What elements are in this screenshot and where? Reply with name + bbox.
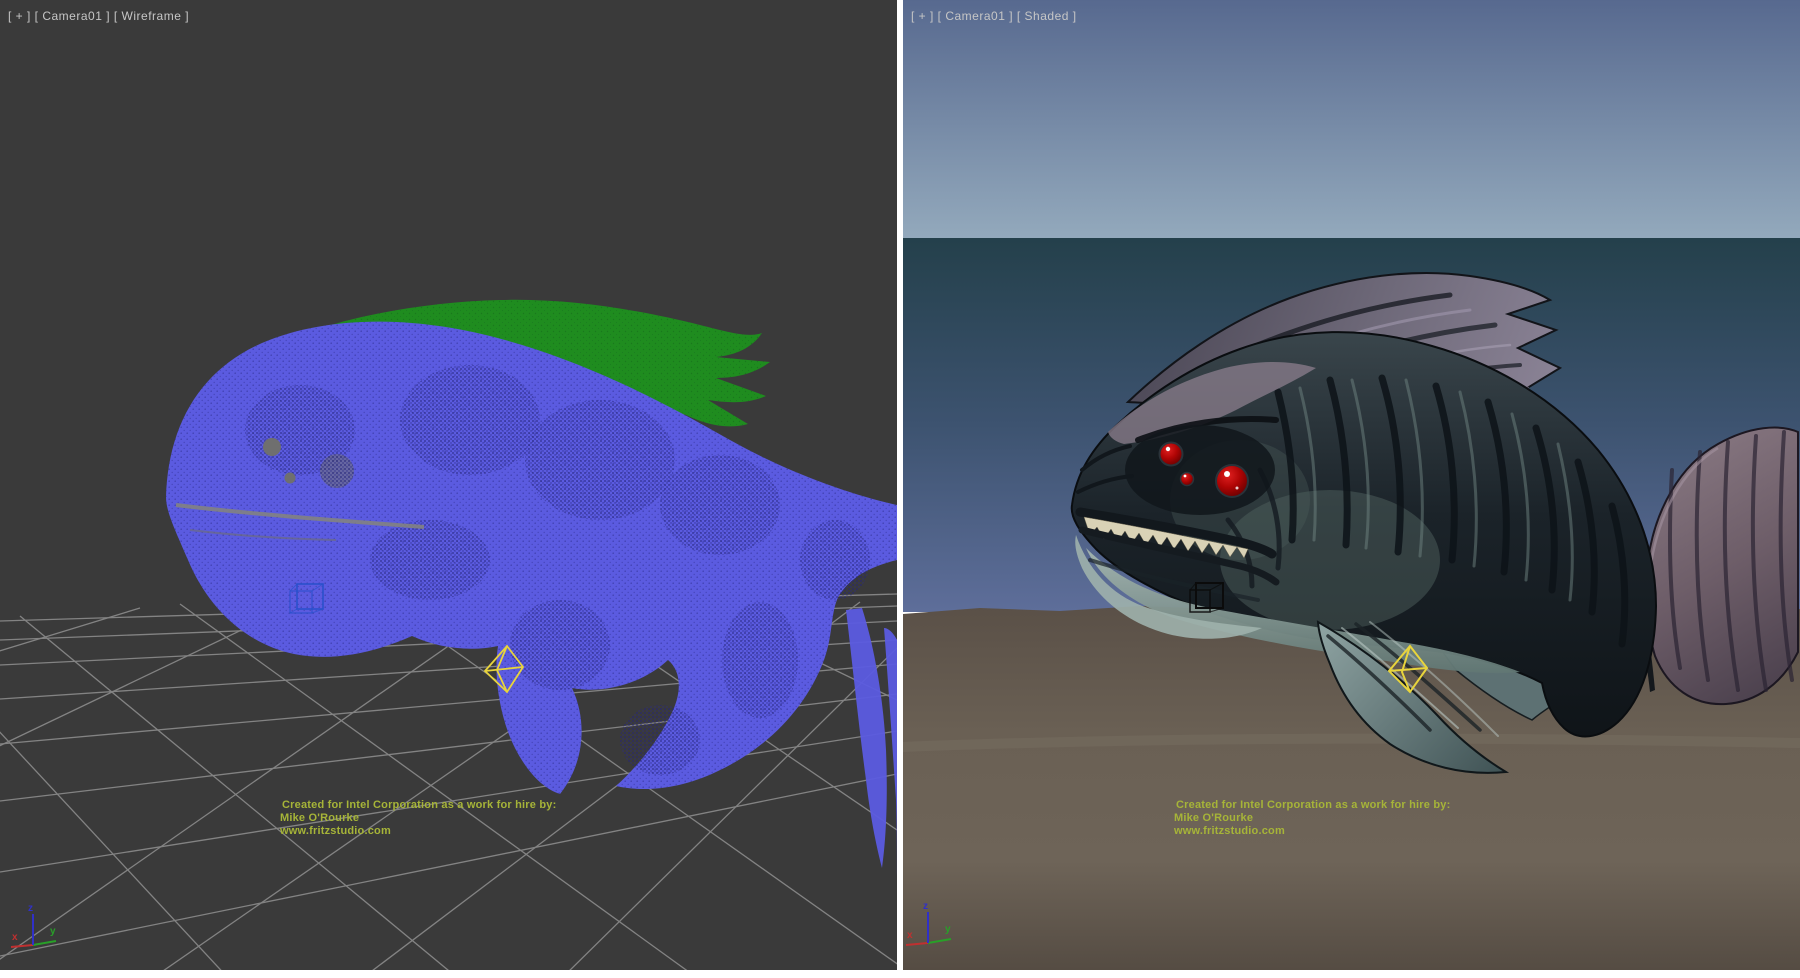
axis-z-label: z [923, 901, 928, 912]
axis-y-label: y [50, 926, 56, 937]
viewport-wireframe[interactable]: x y z Created for Intel Corporation as a… [0, 0, 897, 970]
axis-y-label: y [945, 924, 951, 935]
viewport-shaded[interactable]: x y z Created for Intel Corporation as a… [903, 0, 1800, 970]
axis-x-label: x [12, 932, 18, 943]
eye-spot-stipple [320, 454, 354, 488]
watermark-line3: www.fritzstudio.com [1173, 825, 1285, 837]
viewport-label-shaded[interactable]: [ + ] [ Camera01 ] [ Shaded ] [911, 9, 1077, 23]
eye-socket-mask [1125, 425, 1275, 515]
watermark-line1: Created for Intel Corporation as a work … [282, 799, 556, 811]
viewport-wireframe-canvas: x y z Created for Intel Corporation as a… [0, 0, 897, 970]
axis-x-label: x [907, 930, 913, 941]
watermark-line3: www.fritzstudio.com [279, 825, 391, 837]
eye-spot [263, 438, 281, 456]
axis-z-label: z [28, 903, 33, 914]
eye-spot-small [285, 473, 296, 484]
viewport-shaded-canvas: x y z Created for Intel Corporation as a… [903, 0, 1800, 970]
watermark-line1: Created for Intel Corporation as a work … [1176, 799, 1450, 811]
viewport-label-wireframe[interactable]: [ + ] [ Camera01 ] [ Wireframe ] [8, 9, 189, 23]
watermark-line2: Mike O'Rourke [1174, 812, 1253, 824]
watermark-line2: Mike O'Rourke [280, 812, 359, 824]
sky-background [903, 0, 1800, 238]
